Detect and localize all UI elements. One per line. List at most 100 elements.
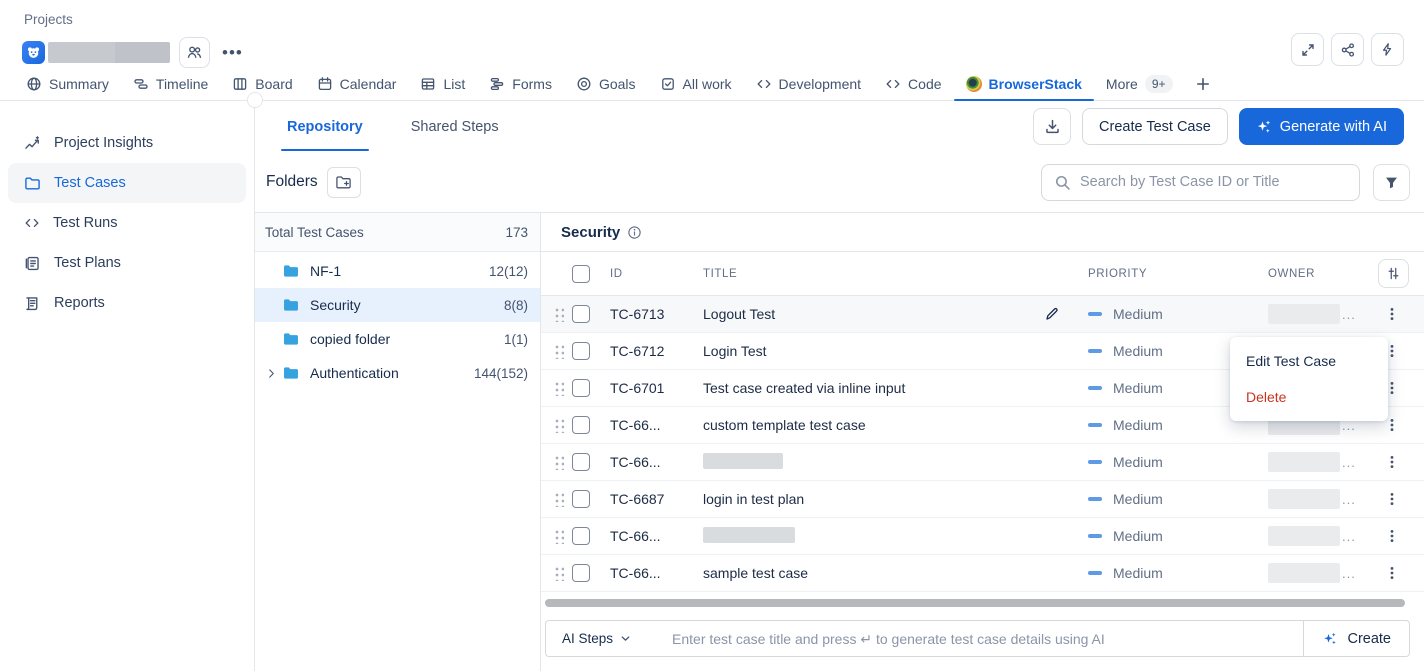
sidebar-item-project-insights[interactable]: Project Insights (8, 123, 246, 163)
tab-forms[interactable]: Forms (477, 68, 564, 100)
table-row[interactable]: TC-66...Medium... (541, 518, 1424, 555)
column-id[interactable]: ID (602, 268, 694, 280)
info-icon[interactable] (627, 225, 642, 240)
select-all-checkbox[interactable] (572, 265, 590, 283)
filter-button[interactable] (1373, 164, 1410, 201)
tab-summary[interactable]: Summary (14, 68, 121, 100)
tab-more[interactable]: More 9+ (1094, 68, 1185, 100)
folder-tree: NF-112(12)Security8(8)copied folder1(1)A… (255, 252, 540, 390)
row-menu-button[interactable] (1378, 300, 1406, 328)
automation-button[interactable] (1371, 33, 1404, 66)
drag-handle-icon[interactable] (554, 565, 564, 581)
cell-title[interactable]: Logout Test (694, 306, 1040, 322)
expand-button[interactable] (1291, 33, 1324, 66)
context-menu-item-delete[interactable]: Delete (1230, 379, 1388, 415)
drag-handle-icon[interactable] (554, 417, 564, 433)
sidebar-item-reports[interactable]: Reports (8, 283, 246, 323)
tab-browserstack[interactable]: BrowserStack (954, 68, 1094, 100)
create-test-case-button[interactable]: Create Test Case (1082, 108, 1228, 145)
tab-timeline[interactable]: Timeline (121, 68, 220, 100)
tab-all-work[interactable]: All work (648, 68, 744, 100)
column-settings-button[interactable] (1378, 259, 1409, 288)
row-checkbox[interactable] (572, 342, 590, 360)
tab-calendar[interactable]: Calendar (305, 68, 409, 100)
row-checkbox[interactable] (572, 564, 590, 582)
edit-pencil-icon[interactable] (1040, 302, 1064, 326)
row-menu-button[interactable] (1378, 522, 1406, 550)
ai-title-input[interactable] (672, 631, 1303, 647)
tab-board[interactable]: Board (220, 68, 304, 100)
row-menu-button[interactable] (1378, 559, 1406, 587)
tab-development[interactable]: Development (744, 68, 874, 100)
drag-handle-icon[interactable] (554, 306, 564, 322)
cell-id[interactable]: TC-6713 (602, 306, 694, 322)
priority-label: Medium (1113, 528, 1163, 544)
sidebar-item-test-runs[interactable]: Test Runs (8, 203, 246, 243)
cell-title[interactable]: sample test case (694, 565, 1040, 581)
column-owner[interactable]: OWNER (1228, 268, 1378, 280)
cell-title[interactable] (694, 453, 1040, 472)
folder-authentication[interactable]: Authentication144(152) (255, 356, 540, 390)
drag-handle-icon[interactable] (554, 380, 564, 396)
folder-copied-folder[interactable]: copied folder1(1) (255, 322, 540, 356)
download-button[interactable] (1033, 108, 1071, 145)
chevron-right-icon[interactable] (265, 367, 282, 380)
row-menu-button[interactable] (1378, 448, 1406, 476)
cell-id[interactable]: TC-66... (602, 565, 694, 581)
tab-goals[interactable]: Goals (564, 68, 648, 100)
cell-id[interactable]: TC-66... (602, 528, 694, 544)
table-row[interactable]: TC-6687login in test planMedium... (541, 481, 1424, 518)
folder-security[interactable]: Security8(8) (255, 288, 540, 322)
breadcrumb[interactable]: Projects (24, 12, 73, 27)
edit-pencil-icon (1040, 487, 1064, 511)
folder-nf-1[interactable]: NF-112(12) (255, 254, 540, 288)
row-checkbox[interactable] (572, 379, 590, 397)
priority-label: Medium (1113, 417, 1163, 433)
drag-handle-icon[interactable] (554, 454, 564, 470)
ai-steps-dropdown[interactable]: AI Steps (546, 631, 646, 646)
cell-id[interactable]: TC-6687 (602, 491, 694, 507)
cell-title[interactable]: login in test plan (694, 491, 1040, 507)
ai-create-button[interactable]: Create (1303, 621, 1409, 656)
drag-handle-icon[interactable] (554, 528, 564, 544)
tab-shared-steps[interactable]: Shared Steps (405, 101, 505, 152)
project-more-button[interactable]: ••• (222, 43, 243, 63)
cell-title[interactable] (694, 527, 1040, 546)
cell-title[interactable]: custom template test case (694, 417, 1040, 433)
drag-handle-icon[interactable] (554, 491, 564, 507)
share-button[interactable] (1331, 33, 1364, 66)
row-checkbox[interactable] (572, 490, 590, 508)
cell-id[interactable]: TC-66... (602, 417, 694, 433)
row-menu-button[interactable] (1378, 485, 1406, 513)
new-folder-button[interactable] (327, 167, 361, 198)
context-menu-item-edit-test-case[interactable]: Edit Test Case (1230, 343, 1388, 379)
tab-list[interactable]: List (408, 68, 477, 100)
cell-id[interactable]: TC-6712 (602, 343, 694, 359)
members-button[interactable] (179, 37, 210, 68)
row-checkbox[interactable] (572, 305, 590, 323)
sidebar-item-test-plans[interactable]: Test Plans (8, 243, 246, 283)
tab-code[interactable]: Code (873, 68, 953, 100)
generate-with-ai-button[interactable]: Generate with AI (1239, 108, 1404, 145)
priority-medium-icon (1088, 423, 1102, 427)
table-row[interactable]: TC-66...sample test caseMedium... (541, 555, 1424, 592)
sidebar-item-test-cases[interactable]: Test Cases (8, 163, 246, 203)
table-row[interactable]: TC-6713Logout TestMedium... (541, 296, 1424, 333)
cell-title[interactable]: Login Test (694, 343, 1040, 359)
add-tab-button[interactable] (1185, 68, 1221, 100)
priority-medium-icon (1088, 534, 1102, 538)
drag-handle-icon[interactable] (554, 343, 564, 359)
cell-title[interactable]: Test case created via inline input (694, 380, 1040, 396)
horizontal-scrollbar[interactable] (545, 599, 1405, 607)
row-checkbox[interactable] (572, 453, 590, 471)
column-priority[interactable]: PRIORITY (1068, 268, 1228, 280)
row-checkbox[interactable] (572, 416, 590, 434)
table-row[interactable]: TC-66...Medium... (541, 444, 1424, 481)
column-title[interactable]: TITLE (694, 268, 1040, 280)
plus-icon (1195, 76, 1211, 92)
search-input[interactable] (1080, 174, 1347, 190)
cell-id[interactable]: TC-6701 (602, 380, 694, 396)
cell-id[interactable]: TC-66... (602, 454, 694, 470)
row-checkbox[interactable] (572, 527, 590, 545)
tab-repository[interactable]: Repository (281, 101, 369, 152)
